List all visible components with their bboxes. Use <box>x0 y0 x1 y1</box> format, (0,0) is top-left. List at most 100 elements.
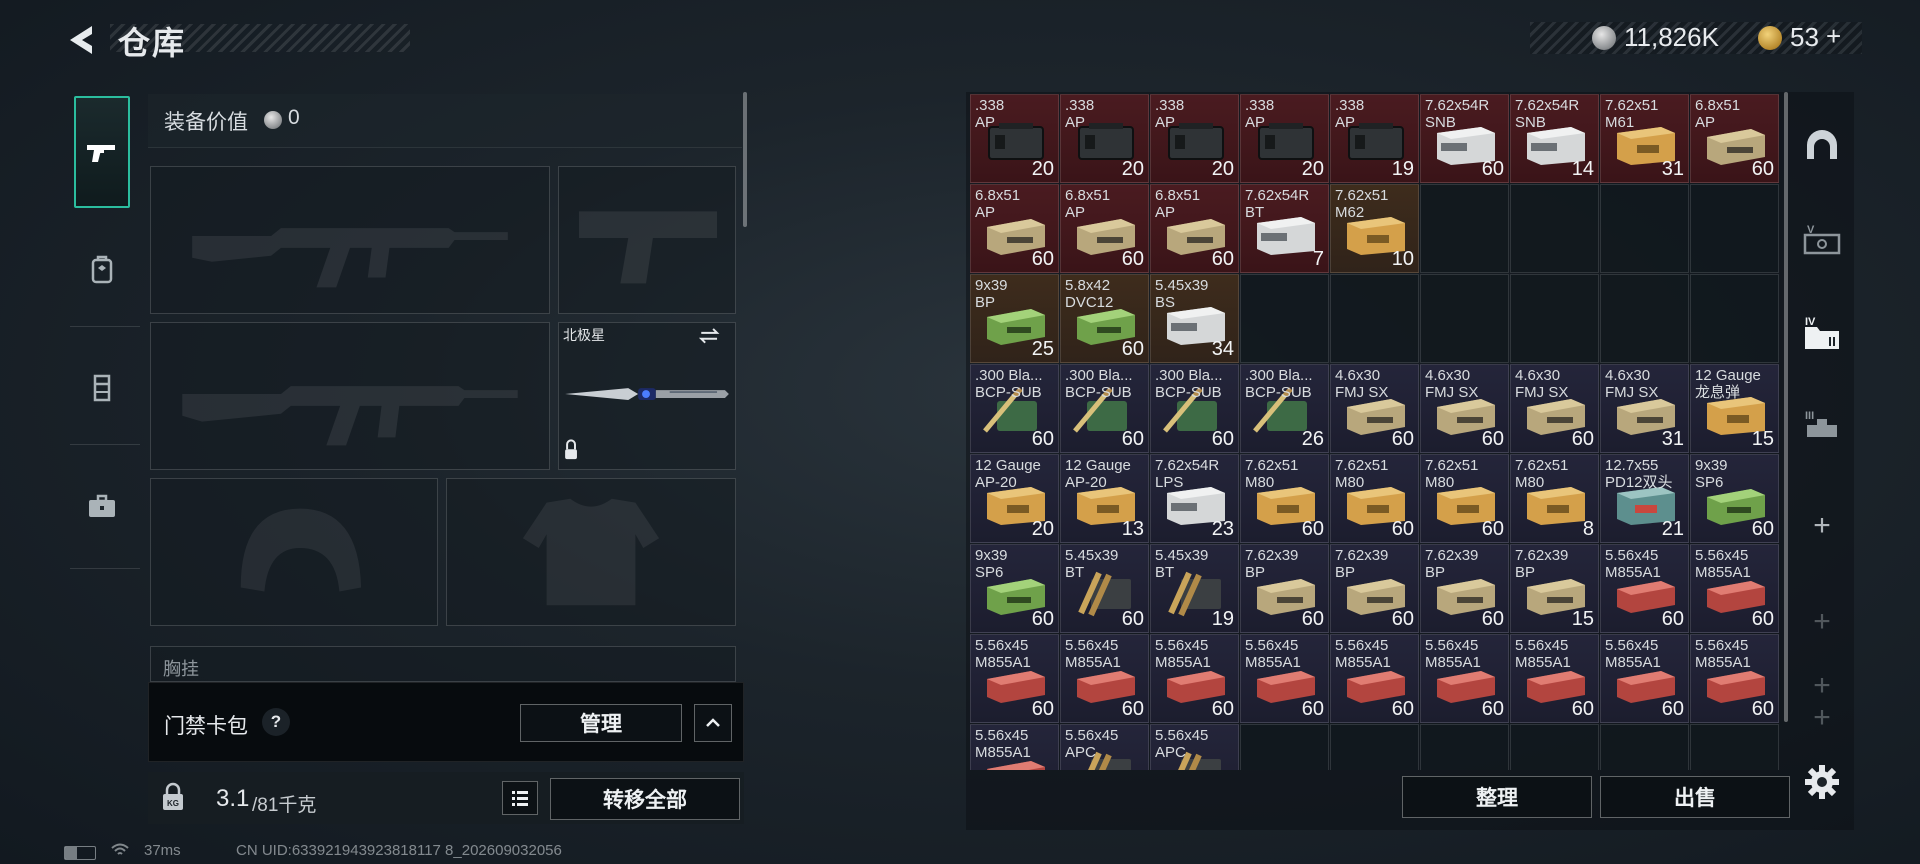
stash-item[interactable]: 7.62x54R BT 7 <box>1240 184 1329 273</box>
stash-item[interactable]: 12 Gauge AP-20 20 <box>970 454 1059 543</box>
tab-vest[interactable] <box>74 332 130 444</box>
stash-cell-empty[interactable] <box>1600 274 1689 363</box>
secondary-weapon-slot[interactable] <box>150 322 550 470</box>
stash-item[interactable]: 7.62x54R SNB 60 <box>1420 94 1509 183</box>
stash-item[interactable]: 7.62x51 M80 8 <box>1510 454 1599 543</box>
stash-item[interactable]: .338 AP 20 <box>1150 94 1239 183</box>
stash-cell-empty[interactable] <box>1330 724 1419 770</box>
stash-item[interactable]: .300 Bla... BCP-SUB 26 <box>1240 364 1329 453</box>
stash-cell-empty[interactable] <box>1690 724 1779 770</box>
stash-item[interactable]: 5.56x45 APC <box>1060 724 1149 770</box>
stash-item[interactable]: .300 Bla... BCP-SUB 60 <box>1060 364 1149 453</box>
stash-cell-empty[interactable] <box>1690 184 1779 273</box>
stash-item[interactable]: 7.62x51 M62 10 <box>1330 184 1419 273</box>
stash-cell-empty[interactable] <box>1420 184 1509 273</box>
stash-item[interactable]: 5.56x45 M855A1 <box>970 724 1059 770</box>
stash-item[interactable]: .338 AP 20 <box>1240 94 1329 183</box>
stash-item[interactable]: 12.7x55 PD12双头 21 <box>1600 454 1689 543</box>
stash-tab-4[interactable]: III <box>1796 398 1848 454</box>
stash-item[interactable]: 12 Gauge AP-20 13 <box>1060 454 1149 543</box>
stash-item[interactable]: 5.56x45 M855A1 60 <box>1600 544 1689 633</box>
stash-item[interactable]: 5.56x45 M855A1 60 <box>1060 634 1149 723</box>
stash-cell-empty[interactable] <box>1600 184 1689 273</box>
stash-scrollbar[interactable] <box>1784 92 1788 722</box>
stash-item[interactable]: 12 Gauge 龙息弹 15 <box>1690 364 1779 453</box>
sell-button[interactable]: 出售 <box>1600 776 1790 818</box>
tab-backpack[interactable] <box>74 214 130 326</box>
stash-item[interactable]: 7.62x54R LPS 23 <box>1150 454 1239 543</box>
stash-item[interactable]: 7.62x51 M61 31 <box>1600 94 1689 183</box>
stash-item[interactable]: 5.45x39 BT 19 <box>1150 544 1239 633</box>
stash-item[interactable]: .300 Bla... BCP-SUB 60 <box>970 364 1059 453</box>
tab-weapons[interactable] <box>74 96 130 208</box>
stash-item[interactable]: 5.56x45 M855A1 60 <box>1330 634 1419 723</box>
stash-item[interactable]: 7.62x54R SNB 14 <box>1510 94 1599 183</box>
manage-button[interactable]: 管理 <box>520 704 682 742</box>
stash-item[interactable]: 6.8x51 AP 60 <box>1150 184 1239 273</box>
stash-tab-1[interactable] <box>1796 118 1848 174</box>
tab-briefcase[interactable] <box>74 450 130 562</box>
primary-weapon-slot[interactable] <box>150 166 550 314</box>
add-currency-plus-icon[interactable]: + <box>1826 21 1841 52</box>
stash-item[interactable]: 5.56x45 M855A1 60 <box>1600 634 1689 723</box>
stash-item[interactable]: 5.56x45 M855A1 60 <box>1240 634 1329 723</box>
stash-item[interactable]: 7.62x51 M80 60 <box>1240 454 1329 543</box>
stash-item[interactable]: 9x39 BP 25 <box>970 274 1059 363</box>
helmet-slot[interactable] <box>150 478 438 626</box>
stash-item[interactable]: .338 AP 20 <box>1060 94 1149 183</box>
stash-item[interactable]: 7.62x39 BP 60 <box>1330 544 1419 633</box>
stash-cell-empty[interactable] <box>1510 724 1599 770</box>
stash-item[interactable]: 9x39 SP6 60 <box>1690 454 1779 543</box>
stash-cell-empty[interactable] <box>1420 724 1509 770</box>
stash-item[interactable]: 4.6x30 FMJ SX 31 <box>1600 364 1689 453</box>
stash-item[interactable]: 5.56x45 M855A1 60 <box>970 634 1059 723</box>
transfer-all-button[interactable]: 转移全部 <box>550 778 740 820</box>
stash-item[interactable]: 4.6x30 FMJ SX 60 <box>1420 364 1509 453</box>
stash-item[interactable]: .338 AP 19 <box>1330 94 1419 183</box>
stash-item[interactable]: 5.56x45 M855A1 60 <box>1510 634 1599 723</box>
armor-slot[interactable] <box>446 478 736 626</box>
stash-item[interactable]: .300 Bla... BCP-SUB 60 <box>1150 364 1239 453</box>
stash-cell-empty[interactable] <box>1420 274 1509 363</box>
stash-item[interactable]: 7.62x39 BP 60 <box>1240 544 1329 633</box>
stash-item[interactable]: 5.45x39 BT 60 <box>1060 544 1149 633</box>
stash-item[interactable]: 5.56x45 APC <box>1150 724 1239 770</box>
stash-cell-empty[interactable] <box>1240 724 1329 770</box>
stash-item[interactable]: 7.62x39 BP 60 <box>1420 544 1509 633</box>
sort-button[interactable]: 整理 <box>1402 776 1592 818</box>
stash-item[interactable]: .338 AP 20 <box>970 94 1059 183</box>
stash-item[interactable]: 5.56x45 M855A1 60 <box>1690 634 1779 723</box>
stash-item[interactable]: 6.8x51 AP 60 <box>1060 184 1149 273</box>
melee-slot[interactable]: 北极星 <box>558 322 736 470</box>
chest-rig-slot[interactable]: 胸挂 <box>150 646 736 682</box>
help-icon[interactable]: ? <box>262 708 290 736</box>
stash-tab-2[interactable]: V <box>1796 212 1848 268</box>
stash-cell-empty[interactable] <box>1330 274 1419 363</box>
list-view-button[interactable] <box>502 781 538 815</box>
stash-tab-3-active[interactable]: IV <box>1796 306 1848 362</box>
stash-item[interactable]: 7.62x51 M80 60 <box>1420 454 1509 543</box>
stash-cell-empty[interactable] <box>1600 724 1689 770</box>
stash-item[interactable]: 7.62x51 M80 60 <box>1330 454 1419 543</box>
stash-item[interactable]: 6.8x51 AP 60 <box>1690 94 1779 183</box>
stash-item[interactable]: 5.56x45 M855A1 60 <box>1150 634 1239 723</box>
collapse-button[interactable] <box>694 704 732 742</box>
pistol-slot[interactable] <box>558 166 736 314</box>
loadout-scrollbar[interactable] <box>743 92 747 227</box>
settings-button[interactable] <box>1796 754 1848 810</box>
stash-cell-empty[interactable] <box>1240 274 1329 363</box>
stash-cell-empty[interactable] <box>1690 274 1779 363</box>
add-stash-tab-button[interactable]: + <box>1796 498 1848 554</box>
stash-item[interactable]: 5.45x39 BS 34 <box>1150 274 1239 363</box>
stash-item[interactable]: 9x39 SP6 60 <box>970 544 1059 633</box>
stash-item[interactable]: 6.8x51 AP 60 <box>970 184 1059 273</box>
stash-item[interactable]: 4.6x30 FMJ SX 60 <box>1510 364 1599 453</box>
stash-cell-empty[interactable] <box>1510 274 1599 363</box>
stash-item[interactable]: 7.62x39 BP 15 <box>1510 544 1599 633</box>
stash-item[interactable]: 5.56x45 M855A1 60 <box>1690 544 1779 633</box>
stash-cell-empty[interactable] <box>1510 184 1599 273</box>
stash-item[interactable]: 5.56x45 M855A1 60 <box>1420 634 1509 723</box>
stash-item[interactable]: 5.8x42 DVC12 60 <box>1060 274 1149 363</box>
stash-item[interactable]: 4.6x30 FMJ SX 60 <box>1330 364 1419 453</box>
back-arrow-icon[interactable] <box>62 20 102 60</box>
